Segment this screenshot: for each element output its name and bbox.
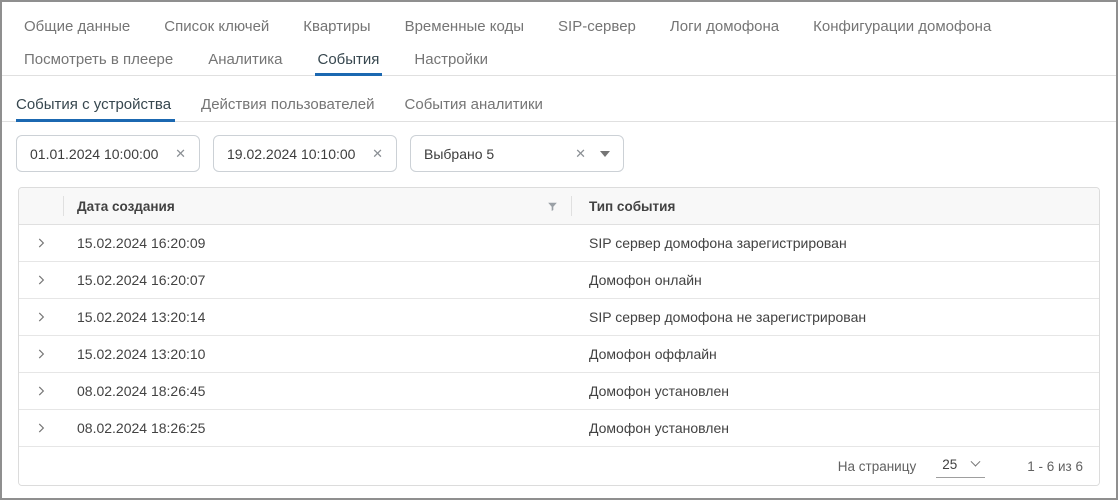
secondary-tabs: Посмотреть в плеере Аналитика События На… [2, 44, 1116, 76]
row-date: 15.02.2024 13:20:14 [63, 309, 571, 325]
expand-row-button[interactable] [19, 273, 63, 287]
clear-icon[interactable]: ✕ [575, 146, 586, 162]
date-to-input[interactable]: 19.02.2024 10:10:00 ✕ [213, 135, 397, 172]
tab-analytics[interactable]: Аналитика [208, 44, 282, 75]
date-to-value: 19.02.2024 10:10:00 [227, 146, 355, 162]
tab-settings[interactable]: Настройки [414, 44, 488, 75]
table-footer: На страницу 25 1 - 6 из 6 [19, 447, 1099, 485]
row-date: 15.02.2024 16:20:07 [63, 272, 571, 288]
intercom-admin-page: Общие данные Список ключей Квартиры Врем… [0, 0, 1118, 500]
chevron-right-icon [34, 421, 48, 435]
event-type-select[interactable]: Выбрано 5 ✕ [410, 135, 624, 172]
type-column-label: Тип события [589, 199, 675, 214]
chevron-right-icon [34, 236, 48, 250]
type-column-header: Тип события [571, 188, 1099, 224]
row-date: 15.02.2024 16:20:09 [63, 235, 571, 251]
row-event-type: Домофон онлайн [571, 272, 1099, 288]
tab-apartments[interactable]: Квартиры [303, 8, 370, 44]
per-page-select[interactable]: 25 [936, 455, 985, 478]
per-page-value: 25 [942, 457, 957, 472]
table-header-row: Дата создания Тип события [19, 188, 1099, 225]
table-row: 08.02.2024 18:26:25 Домофон установлен [19, 410, 1099, 447]
row-date: 15.02.2024 13:20:10 [63, 346, 571, 362]
chevron-right-icon [34, 273, 48, 287]
chevron-right-icon [34, 347, 48, 361]
row-date: 08.02.2024 18:26:25 [63, 420, 571, 436]
subtab-user-actions[interactable]: Действия пользователей [201, 87, 374, 121]
tab-intercom-configs[interactable]: Конфигурации домофона [813, 8, 991, 44]
table-row: 15.02.2024 13:20:14 SIP сервер домофона … [19, 299, 1099, 336]
tab-key-list[interactable]: Список ключей [164, 8, 269, 44]
column-divider [571, 196, 572, 216]
expand-row-button[interactable] [19, 236, 63, 250]
row-event-type: Домофон установлен [571, 420, 1099, 436]
tab-events[interactable]: События [318, 44, 380, 75]
expand-row-button[interactable] [19, 347, 63, 361]
primary-tabs: Общие данные Список ключей Квартиры Врем… [2, 2, 1116, 44]
date-column-header: Дата создания [63, 188, 571, 224]
date-from-input[interactable]: 01.01.2024 10:00:00 ✕ [16, 135, 200, 172]
event-type-selected-value: Выбрано 5 [424, 146, 494, 162]
expand-column-header [19, 188, 63, 224]
chevron-right-icon [34, 310, 48, 324]
clear-icon[interactable]: ✕ [175, 146, 186, 162]
date-column-label: Дата создания [77, 199, 175, 214]
tab-general-data[interactable]: Общие данные [24, 8, 130, 44]
per-page-label: На страницу [838, 459, 916, 474]
subtab-device-events[interactable]: События с устройства [16, 87, 171, 121]
table-row: 15.02.2024 16:20:09 SIP сервер домофона … [19, 225, 1099, 262]
row-event-type: Домофон оффлайн [571, 346, 1099, 362]
events-table: Дата создания Тип события 15.02.2024 16:… [18, 187, 1100, 486]
filters-bar: 01.01.2024 10:00:00 ✕ 19.02.2024 10:10:0… [16, 135, 1116, 172]
chevron-down-icon[interactable] [600, 151, 610, 157]
table-row: 08.02.2024 18:26:45 Домофон установлен [19, 373, 1099, 410]
row-event-type: Домофон установлен [571, 383, 1099, 399]
chevron-right-icon [34, 384, 48, 398]
row-event-type: SIP сервер домофона зарегистрирован [571, 235, 1099, 251]
events-subtabs: События с устройства Действия пользовате… [2, 87, 1116, 122]
tab-view-in-player[interactable]: Посмотреть в плеере [24, 44, 173, 75]
tab-sip-server[interactable]: SIP-сервер [558, 8, 636, 44]
table-row: 15.02.2024 13:20:10 Домофон оффлайн [19, 336, 1099, 373]
chevron-down-icon [971, 456, 981, 466]
expand-row-button[interactable] [19, 421, 63, 435]
tab-temporary-codes[interactable]: Временные коды [405, 8, 524, 44]
date-from-value: 01.01.2024 10:00:00 [30, 146, 158, 162]
table-row: 15.02.2024 16:20:07 Домофон онлайн [19, 262, 1099, 299]
tab-intercom-logs[interactable]: Логи домофона [670, 8, 779, 44]
expand-row-button[interactable] [19, 310, 63, 324]
subtab-analytics-events[interactable]: События аналитики [405, 87, 543, 121]
row-event-type: SIP сервер домофона не зарегистрирован [571, 309, 1099, 325]
row-date: 08.02.2024 18:26:45 [63, 383, 571, 399]
clear-icon[interactable]: ✕ [372, 146, 383, 162]
column-divider [63, 196, 64, 216]
pagination-range: 1 - 6 из 6 [1027, 459, 1083, 474]
expand-row-button[interactable] [19, 384, 63, 398]
filter-funnel-icon[interactable] [546, 200, 559, 213]
